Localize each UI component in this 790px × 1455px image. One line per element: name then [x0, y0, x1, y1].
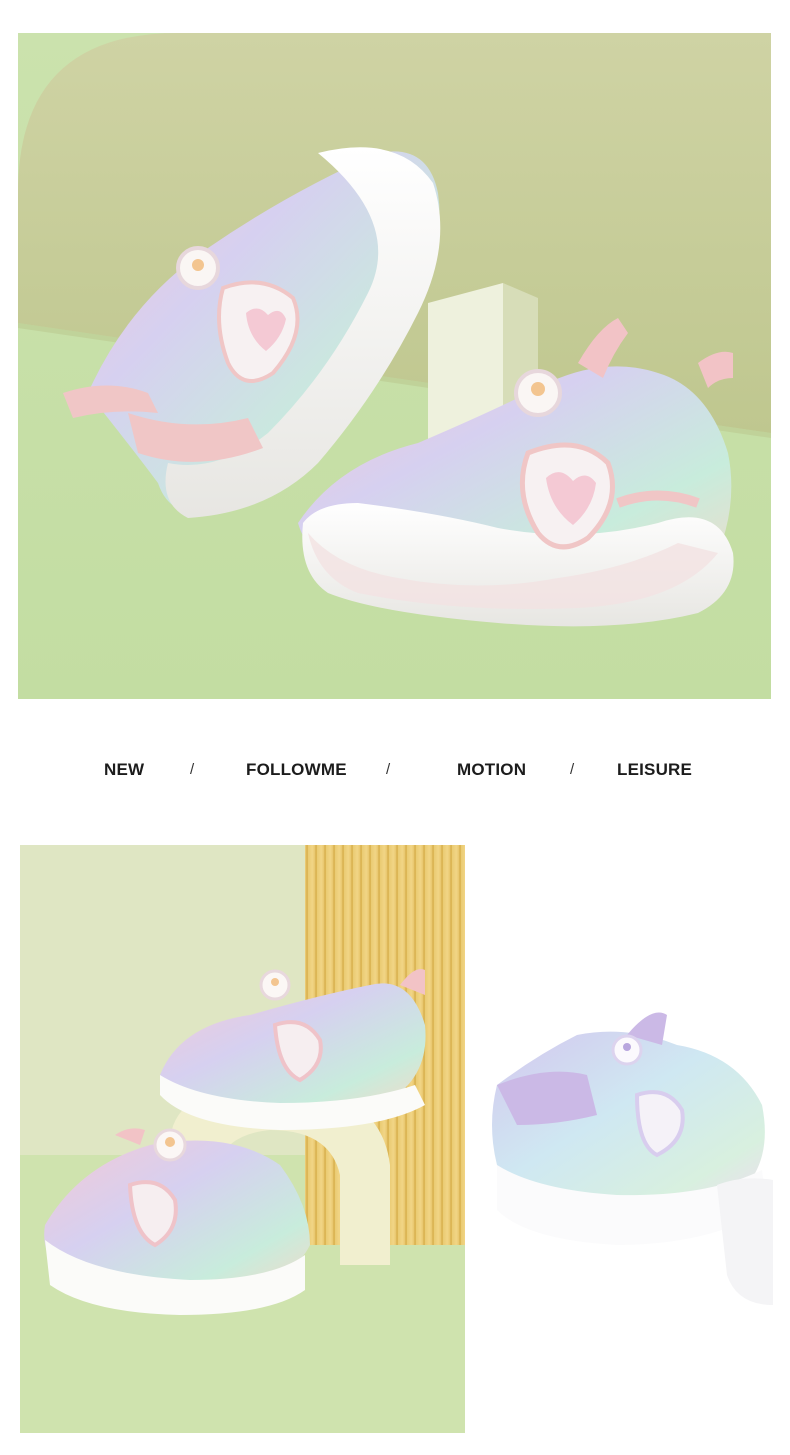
- detail-photo-pink-pair: [20, 845, 465, 1433]
- tagline-word-motion: MOTION: [457, 760, 527, 779]
- hero-product-photo: [18, 33, 771, 699]
- tagline-separator: /: [386, 761, 391, 778]
- tagline-row: NEW / FOLLOWME / MOTION / LEISURE: [0, 758, 790, 782]
- tagline-separator: /: [570, 761, 575, 778]
- detail-photo-lilac-shoe: [477, 975, 773, 1315]
- tagline-word-leisure: LEISURE: [617, 760, 693, 779]
- tagline-word-new: NEW: [104, 760, 145, 779]
- tagline-separator: /: [190, 761, 195, 778]
- tagline-word-followme: FOLLOWME: [246, 760, 347, 779]
